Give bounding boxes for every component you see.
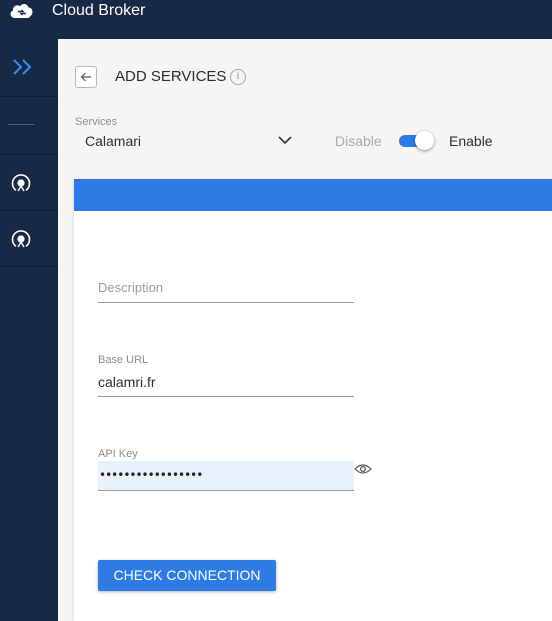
page-title: ADD SERVICES [115, 68, 227, 85]
base-url-underline [98, 396, 354, 397]
service-form-card [74, 179, 552, 621]
base-url-input[interactable]: calamri.fr [98, 374, 156, 390]
back-button[interactable] [75, 66, 97, 88]
sidebar-expand-button[interactable] [0, 39, 58, 97]
info-icon[interactable]: i [230, 69, 246, 85]
toggle-knob [415, 131, 434, 150]
services-label: Services [75, 116, 118, 128]
enable-toggle[interactable] [399, 131, 435, 151]
api-key-input[interactable]: ••••••••••••••••• [98, 461, 354, 491]
enable-label: Enable [449, 133, 493, 149]
card-header-bar [74, 179, 552, 211]
cloud-sync-logo-icon [10, 3, 33, 18]
description-input[interactable]: Description [98, 280, 163, 295]
api-key-label: API Key [98, 448, 138, 460]
top-bar: Cloud Broker [0, 0, 552, 39]
sidebar-item-service-1[interactable] [0, 155, 58, 211]
arrow-left-icon [80, 72, 91, 82]
app-title: Cloud Broker [52, 2, 146, 19]
chevron-down-icon[interactable] [278, 136, 292, 145]
services-select[interactable]: Calamari [85, 133, 141, 149]
service-icon [11, 174, 31, 192]
description-underline [98, 302, 354, 303]
check-connection-button[interactable]: CHECK CONNECTION [98, 560, 276, 591]
service-icon [11, 230, 31, 248]
double-chevron-right-icon [13, 59, 32, 75]
sidebar-item-service-2[interactable] [0, 211, 58, 267]
base-url-label: Base URL [98, 354, 149, 366]
info-glyph: i [236, 71, 240, 82]
sidebar [0, 39, 58, 621]
eye-icon[interactable] [354, 463, 372, 475]
api-key-value: ••••••••••••••••• [99, 468, 203, 482]
sidebar-divider-cell [0, 97, 58, 155]
sidebar-dash [8, 124, 34, 125]
disable-label: Disable [335, 133, 382, 149]
